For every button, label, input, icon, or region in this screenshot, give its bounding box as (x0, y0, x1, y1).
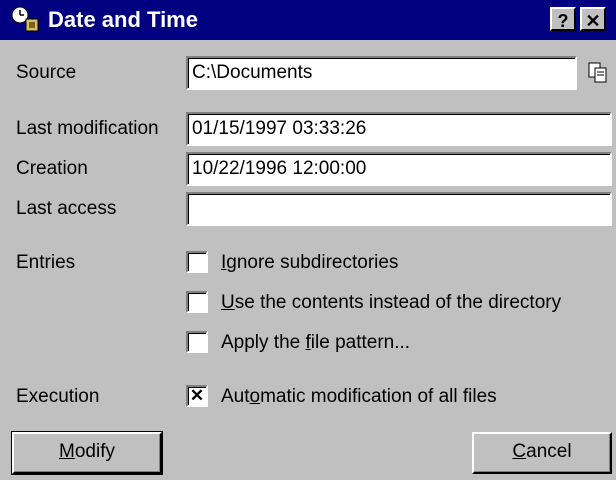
entries-label: Entries (16, 252, 76, 273)
use-contents-checkbox[interactable] (186, 291, 208, 313)
source-field[interactable]: C:\Documents (186, 56, 577, 90)
ignore-subdirectories-label[interactable]: Ignore subdirectories (221, 252, 398, 274)
apply-file-pattern-checkbox[interactable] (186, 331, 208, 353)
clock-key-icon (11, 6, 39, 32)
modify-button[interactable]: Modify (11, 431, 163, 475)
creation-label: Creation (16, 158, 88, 179)
use-contents-label[interactable]: Use the contents instead of the director… (221, 292, 561, 314)
source-label: Source (16, 62, 77, 83)
automatic-modification-label[interactable]: Automatic modification of all files (221, 386, 497, 408)
browse-folder-icon[interactable] (586, 60, 612, 84)
last-modification-field[interactable]: 01/15/1997 03:33:26 (186, 112, 612, 146)
help-button[interactable]: ? (550, 7, 576, 31)
last-access-label: Last access (16, 198, 117, 219)
close-button[interactable]: ✕ (580, 7, 606, 31)
creation-field[interactable]: 10/22/1996 12:00:00 (186, 152, 612, 186)
cancel-button[interactable]: Cancel (472, 432, 612, 474)
last-modification-label: Last modification (16, 118, 159, 139)
execution-label: Execution (16, 386, 100, 407)
last-access-field[interactable] (186, 192, 612, 226)
window-title: Date and Time (48, 7, 198, 32)
title-bar[interactable]: Date and Time ? ✕ (0, 0, 616, 40)
automatic-modification-checkbox[interactable]: ✕ (186, 385, 208, 407)
apply-file-pattern-label[interactable]: Apply the file pattern... (221, 332, 410, 354)
ignore-subdirectories-checkbox[interactable] (186, 251, 208, 273)
